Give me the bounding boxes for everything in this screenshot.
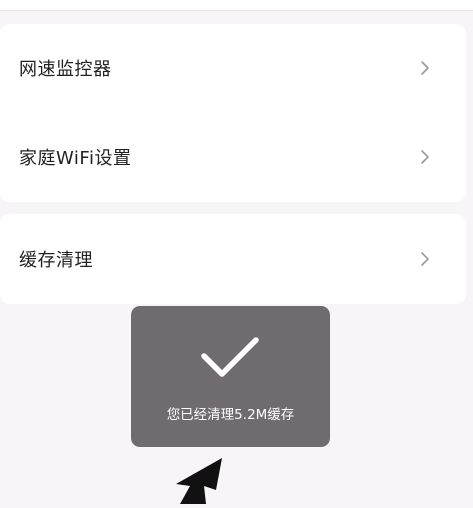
top-bar-edge: [0, 0, 473, 11]
toast-message: 您已经清理5.2M缓存: [166, 407, 295, 423]
settings-card-network: 网速监控器 家庭WiFi设置: [0, 24, 466, 202]
settings-item-clear-cache[interactable]: 缓存清理: [0, 239, 466, 279]
checkmark-icon: [198, 334, 262, 380]
chevron-right-icon: [420, 251, 430, 267]
settings-item-label: 家庭WiFi设置: [19, 148, 132, 169]
settings-card-cache: 缓存清理: [0, 214, 466, 304]
settings-item-label: 缓存清理: [19, 250, 93, 271]
settings-item-home-wifi[interactable]: 家庭WiFi设置: [0, 137, 466, 177]
settings-item-speed-monitor[interactable]: 网速监控器: [0, 48, 466, 88]
chevron-right-icon: [420, 149, 430, 165]
pointer-arrow-icon: [160, 456, 230, 504]
chevron-right-icon: [420, 60, 430, 76]
settings-item-label: 网速监控器: [19, 59, 112, 80]
toast-notification: 您已经清理5.2M缓存: [131, 306, 330, 447]
